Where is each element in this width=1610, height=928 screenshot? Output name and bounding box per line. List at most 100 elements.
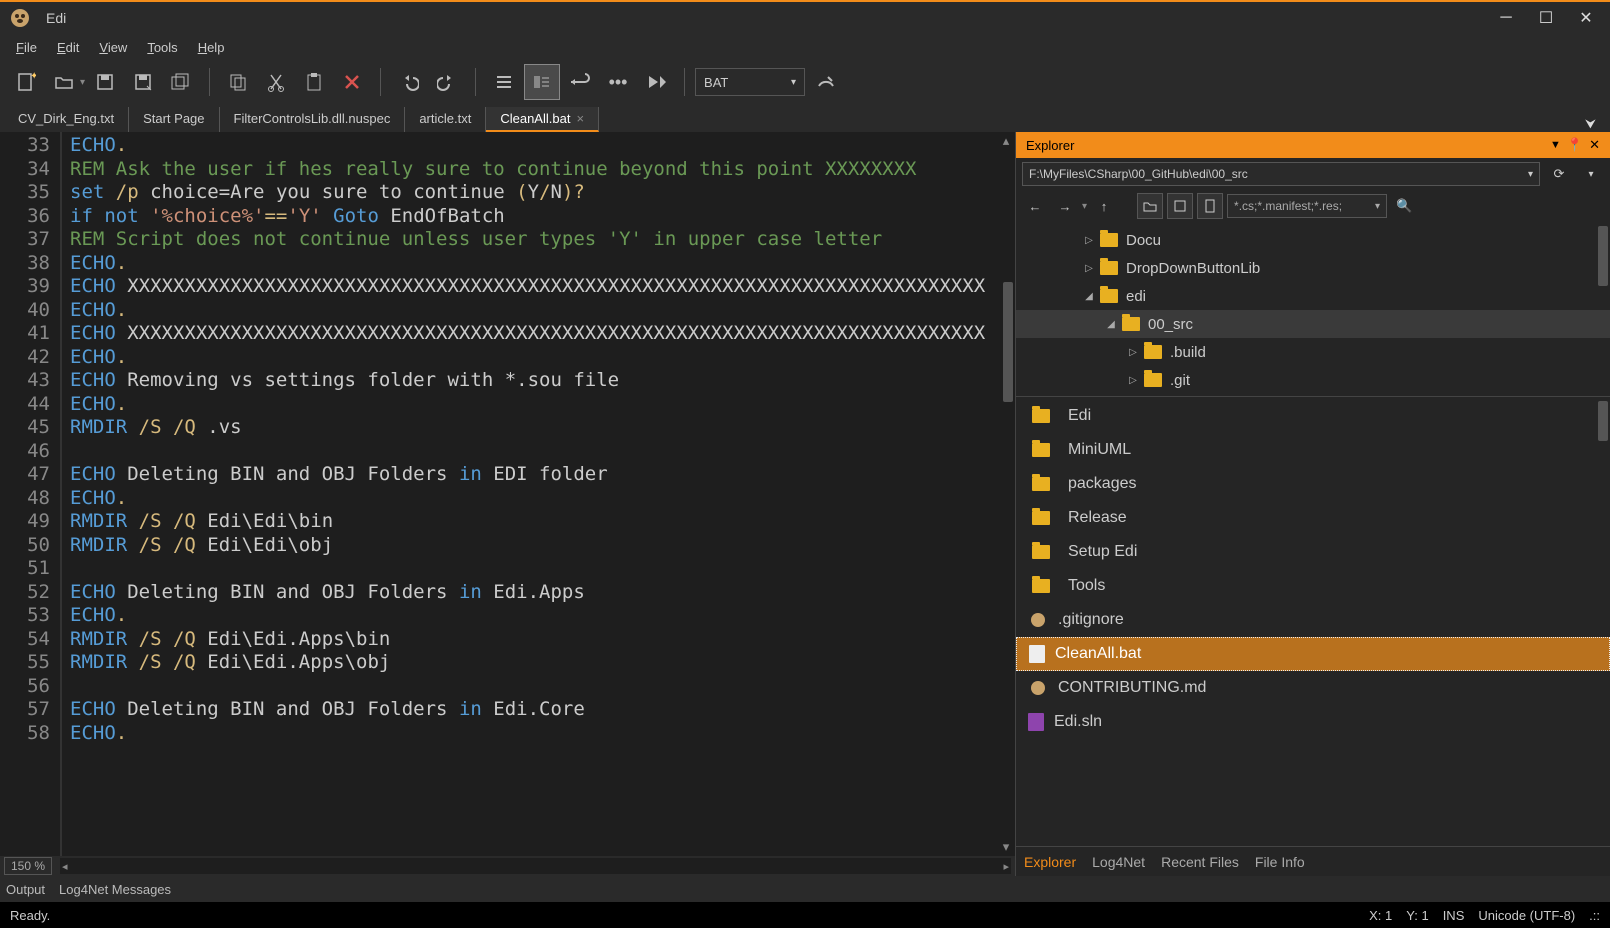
forward-button[interactable]: → — [1052, 193, 1078, 219]
document-tab[interactable]: FilterControlsLib.dll.nuspec — [220, 107, 406, 132]
list-item[interactable]: CONTRIBUTING.md — [1016, 671, 1610, 705]
list-item[interactable]: CleanAll.bat — [1016, 637, 1610, 671]
refresh-button[interactable]: ⟳ — [1546, 161, 1572, 187]
resize-grip-icon[interactable]: .:: — [1589, 908, 1600, 923]
folder-icon — [1100, 233, 1118, 247]
chevron-down-icon[interactable]: ▼ — [1550, 139, 1561, 151]
folder-tree[interactable]: ▷Docu▷DropDownButtonLib◢edi◢00_src▷.buil… — [1016, 222, 1610, 397]
expand-icon[interactable]: ◢ — [1104, 319, 1118, 330]
list-item[interactable]: MiniUML — [1016, 433, 1610, 467]
scroll-down-arrow-icon[interactable]: ▾ — [997, 838, 1015, 856]
minimize-button[interactable]: ─ — [1486, 3, 1526, 33]
redo-button[interactable] — [429, 64, 465, 100]
folder-icon — [1122, 317, 1140, 331]
bottom-tab[interactable]: Log4Net Messages — [59, 882, 171, 897]
pin-icon[interactable]: 📍 — [1567, 137, 1583, 153]
expand-icon[interactable]: ▷ — [1082, 235, 1096, 246]
list-item[interactable]: Release — [1016, 501, 1610, 535]
up-button[interactable]: ↑ — [1091, 193, 1117, 219]
list-item[interactable]: Tools — [1016, 569, 1610, 603]
explorer-tab[interactable]: Recent Files — [1161, 854, 1239, 870]
open-button[interactable] — [46, 64, 82, 100]
save-button[interactable] — [87, 64, 123, 100]
expand-icon[interactable]: ▷ — [1082, 263, 1096, 274]
copy-path-button[interactable] — [1167, 193, 1193, 219]
list-scrollbar[interactable] — [1594, 397, 1608, 846]
delete-button[interactable] — [334, 64, 370, 100]
menu-edit[interactable]: Edit — [47, 37, 89, 58]
tree-item[interactable]: ▷.build — [1016, 338, 1610, 366]
file-list[interactable]: EdiMiniUMLpackagesReleaseSetup Edi Tools.… — [1016, 397, 1610, 846]
bottom-tab[interactable]: Output — [6, 882, 45, 897]
save-all-button[interactable] — [163, 64, 199, 100]
document-tab[interactable]: CV_Dirk_Eng.txt — [4, 107, 129, 132]
folder-icon — [1100, 261, 1118, 275]
document-tab[interactable]: article.txt — [405, 107, 486, 132]
paste-button[interactable] — [296, 64, 332, 100]
menu-file[interactable]: File — [6, 37, 47, 58]
list-item[interactable]: Edi.sln — [1016, 705, 1610, 739]
expand-icon[interactable]: ▷ — [1126, 375, 1140, 386]
horizontal-scrollbar[interactable]: ◂ ▸ — [60, 858, 1011, 874]
list-item[interactable]: .gitignore — [1016, 603, 1610, 637]
scroll-right-arrow-icon[interactable]: ▸ — [1003, 860, 1009, 873]
open-folder-button[interactable] — [1137, 193, 1163, 219]
code-editor[interactable]: 33 34 35 36 37 38 39 40 41 42 43 44 45 4… — [0, 132, 1015, 856]
tree-item[interactable]: ▷.git — [1016, 366, 1610, 394]
tree-item[interactable]: ▷Docu — [1016, 226, 1610, 254]
menu-tools[interactable]: Tools — [137, 37, 187, 58]
highlight-line-button[interactable] — [524, 64, 560, 100]
tab-overflow-button[interactable]: ⮟ — [1575, 116, 1606, 132]
path-combo[interactable]: F:\MyFiles\CSharp\00_GitHub\edi\00_src ▾ — [1022, 162, 1540, 186]
list-item[interactable]: packages — [1016, 467, 1610, 501]
explorer-tab[interactable]: Log4Net — [1092, 854, 1145, 870]
tree-item[interactable]: ◢edi — [1016, 282, 1610, 310]
folder-icon — [1032, 511, 1050, 525]
copy-button[interactable] — [220, 64, 256, 100]
settings-button[interactable] — [807, 64, 843, 100]
cut-button[interactable] — [258, 64, 294, 100]
close-tab-icon[interactable]: × — [576, 111, 584, 126]
document-tab[interactable]: Start Page — [129, 107, 219, 132]
explorer-tabs: Explorer Log4Net Recent Files File Info — [1016, 846, 1610, 876]
maximize-button[interactable]: ☐ — [1526, 3, 1566, 33]
explorer-tab[interactable]: File Info — [1255, 854, 1305, 870]
new-file-button[interactable] — [1197, 193, 1223, 219]
close-icon[interactable]: ✕ — [1589, 137, 1600, 153]
tree-item[interactable]: ▷DropDownButtonLib — [1016, 254, 1610, 282]
menu-help[interactable]: Help — [188, 37, 235, 58]
endings-button[interactable]: ••• — [600, 64, 636, 100]
chevron-down-icon: ▾ — [1375, 201, 1380, 212]
open-dropdown-icon[interactable]: ▾ — [80, 77, 85, 88]
language-combo[interactable]: BAT ▾ — [695, 68, 805, 96]
vertical-scrollbar[interactable]: ▴ ▾ — [997, 132, 1015, 856]
undo-button[interactable] — [391, 64, 427, 100]
chevron-down-icon[interactable]: ▾ — [1578, 161, 1604, 187]
save-as-button[interactable] — [125, 64, 161, 100]
scroll-up-arrow-icon[interactable]: ▴ — [997, 132, 1015, 150]
list-item-label: Tools — [1068, 577, 1105, 595]
explorer-tab[interactable]: Explorer — [1024, 854, 1076, 870]
search-button[interactable]: 🔍 — [1391, 193, 1417, 219]
word-wrap-button[interactable] — [562, 64, 598, 100]
new-file-button[interactable]: ✦ — [8, 64, 44, 100]
close-button[interactable]: ✕ — [1566, 3, 1606, 33]
tree-scrollbar[interactable] — [1594, 222, 1608, 396]
skip-button[interactable] — [638, 64, 674, 100]
scroll-left-arrow-icon[interactable]: ◂ — [62, 860, 68, 873]
tree-item[interactable]: ◢00_src — [1016, 310, 1610, 338]
line-numbers-button[interactable] — [486, 64, 522, 100]
document-tab[interactable]: CleanAll.bat× — [486, 107, 599, 132]
explorer-title: Explorer — [1026, 138, 1074, 153]
chevron-down-icon[interactable]: ▾ — [1082, 201, 1087, 212]
back-button[interactable]: ← — [1022, 193, 1048, 219]
expand-icon[interactable]: ◢ — [1082, 291, 1096, 302]
scroll-thumb[interactable] — [1003, 282, 1013, 402]
list-item[interactable]: Setup Edi — [1016, 535, 1610, 569]
expand-icon[interactable]: ▷ — [1126, 347, 1140, 358]
zoom-level[interactable]: 150 % — [4, 857, 52, 875]
list-item[interactable]: Edi — [1016, 399, 1610, 433]
menu-view[interactable]: View — [89, 37, 137, 58]
code-content[interactable]: ECHO.REM Ask the user if hes really sure… — [62, 132, 997, 856]
filter-combo[interactable]: *.cs;*.manifest;*.res; ▾ — [1227, 194, 1387, 218]
